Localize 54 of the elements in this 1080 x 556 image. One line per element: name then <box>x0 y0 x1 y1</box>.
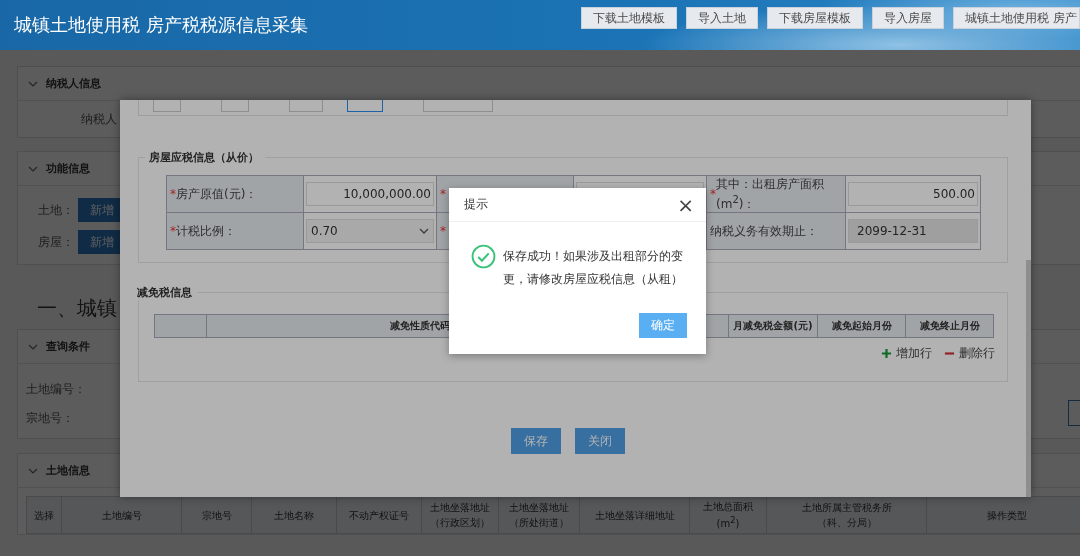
required-mark: * <box>440 185 446 203</box>
form-label: 纳税义务有效期止： <box>710 222 818 240</box>
form-label: 计税比例： <box>176 222 236 240</box>
toolbar-button[interactable]: 下载房屋模板 <box>767 7 864 29</box>
field-label: 房屋： <box>38 234 74 250</box>
select-field[interactable]: 0.70 <box>306 219 434 243</box>
dialog-message: 保存成功！如果涉及出租部分的变更，请修改房屋应税信息（从租） <box>503 248 684 288</box>
dialog-title: 提示 <box>464 196 488 213</box>
toolbar-button[interactable]: 导入土地 <box>686 7 759 29</box>
chevron-down-icon[interactable] <box>28 165 38 172</box>
page-title: 城镇土地使用税 房产税税源信息采集 <box>14 13 308 37</box>
chevron-down-icon[interactable] <box>419 228 429 234</box>
scrollbar[interactable] <box>1026 260 1031 497</box>
form-label: 其中：出租房产面积(m$^{2}$)： <box>716 175 825 213</box>
chevron-down-icon[interactable] <box>28 343 38 350</box>
success-check-icon <box>471 244 496 269</box>
section-title: 纳税人信息 <box>46 76 101 91</box>
button-edge[interactable] <box>1068 400 1080 426</box>
readonly-field: 2099-12-31 <box>848 219 978 243</box>
column-header: 土地编号 <box>101 508 142 523</box>
column-header: （行政区划） <box>430 516 490 530</box>
toolbar-button[interactable]: 导入房屋 <box>872 7 945 29</box>
field-label: 纳税人 <box>81 111 117 127</box>
section-title: 土地信息 <box>46 463 90 478</box>
column-header: (m$^{2}$) <box>716 513 740 532</box>
toolbar-button[interactable]: 城镇土地使用税 房产 <box>953 7 1080 29</box>
column-header: 减免起始月份 <box>818 315 906 338</box>
column-header: 月减免税金额(元) <box>729 315 818 338</box>
add-row-button[interactable]: 增加行 <box>881 346 932 361</box>
panel-title: 房屋应税信息（从价） <box>148 150 260 165</box>
column-header: 土地名称 <box>274 508 314 523</box>
toolbar-button[interactable]: 下载土地模板 <box>581 7 678 29</box>
required-mark: * <box>170 185 176 203</box>
section-title: 功能信息 <box>46 161 90 176</box>
section-heading: 一、城镇 <box>37 295 117 322</box>
column-header: （所处街道） <box>509 516 569 530</box>
required-mark: * <box>710 186 716 203</box>
close-button[interactable]: × <box>677 194 694 215</box>
panel-title: 减免税信息 <box>136 285 193 300</box>
field-label: 土地： <box>38 202 74 218</box>
delete-row-button[interactable]: 删除行 <box>944 346 995 361</box>
input-field[interactable]: 10,000,000.00 <box>306 182 434 206</box>
chevron-down-icon[interactable] <box>28 80 38 87</box>
input-field[interactable]: 500.00 <box>848 182 978 206</box>
column-header: 不动产权证号 <box>349 508 409 523</box>
form-label: 房产原值(元)： <box>176 185 258 203</box>
required-mark: * <box>170 222 176 240</box>
required-mark: * <box>440 222 446 240</box>
column-header: 减免终止月份 <box>906 315 994 338</box>
column-header: 土地坐落详细地址 <box>594 508 675 523</box>
column-header: 选择 <box>34 508 54 523</box>
chevron-down-icon[interactable] <box>28 467 38 474</box>
section-title: 查询条件 <box>46 339 90 354</box>
plus-icon <box>881 348 892 359</box>
